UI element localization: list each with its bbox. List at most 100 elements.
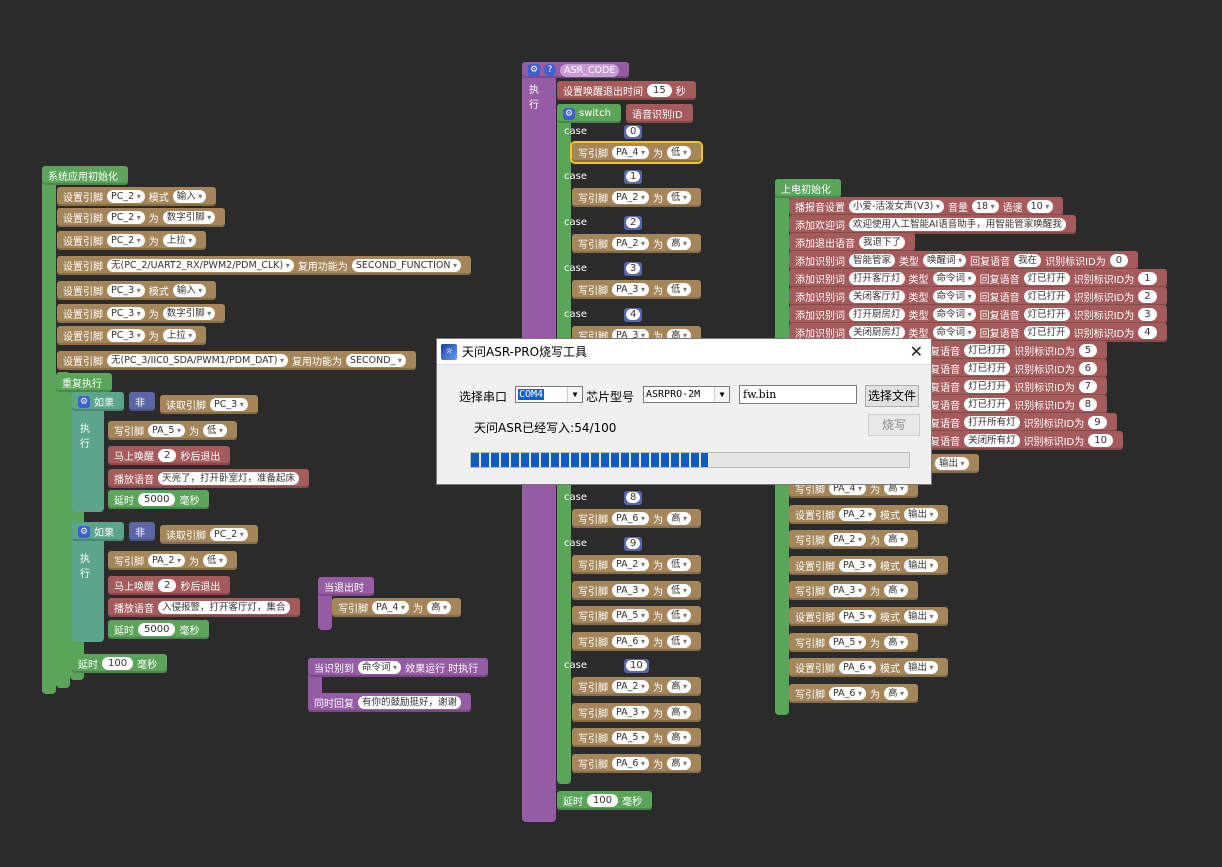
case-0-write-pin-0[interactable]: 写引脚 PA_4为低 — [569, 141, 704, 164]
help-icon[interactable]: ? — [544, 64, 556, 76]
block-field[interactable]: 灯已打开 — [1023, 272, 1070, 285]
block-field[interactable]: 18 — [971, 200, 999, 213]
block-field[interactable]: PA_6 — [612, 634, 649, 648]
wake-block-if1[interactable]: 马上唤醒 2 秒后退出 — [108, 446, 231, 465]
on-exit-header[interactable]: 当退出时 — [318, 577, 374, 596]
number-field[interactable]: 5 — [1078, 344, 1098, 357]
block-field[interactable]: PA_3 — [829, 584, 866, 598]
block-field[interactable]: PA_3 — [612, 283, 649, 296]
block-field[interactable]: 灯已打开 — [964, 344, 1011, 357]
block-field[interactable]: 命令词 — [932, 290, 976, 303]
gear-icon[interactable]: ⚙ — [78, 525, 90, 538]
case-3-write-pin-0[interactable]: 写引脚 PA_3为低 — [572, 280, 702, 299]
case-10-write-pin-1[interactable]: 写引脚 PA_3为高 — [572, 702, 702, 722]
block-field[interactable]: 输出 — [903, 558, 938, 572]
asr-code-header[interactable]: ⚙ ? ASR_CODE — [522, 62, 630, 78]
block-field[interactable]: 输出 — [903, 661, 938, 675]
switch-on-asr-id[interactable]: 语音识别ID — [626, 104, 693, 123]
block-field[interactable]: 高 — [883, 533, 909, 547]
block-field[interactable]: PA_2 — [839, 507, 876, 521]
block-field[interactable]: 高 — [666, 756, 692, 770]
read-pin-block-2[interactable]: 读取引脚 PC_2 — [160, 525, 258, 544]
number-field[interactable]: 100 — [587, 794, 619, 807]
case-10-write-pin-0[interactable]: 写引脚 PA_2为高 — [572, 677, 702, 696]
block-field[interactable]: 有你的鼓励挺好，谢谢 — [358, 696, 462, 709]
block-field[interactable]: 输出 — [935, 457, 969, 470]
sys-init-row-4[interactable]: 设置引脚 PC_3模式输入 — [57, 281, 217, 300]
block-field[interactable]: 数字引脚 — [162, 211, 216, 224]
number-field[interactable]: 100 — [102, 657, 134, 670]
block-field[interactable]: 低 — [666, 634, 692, 648]
block-field[interactable]: PA_2 — [612, 237, 649, 250]
if-block-2[interactable]: ⚙ 如果 — [72, 522, 124, 541]
set-wake-time-block[interactable]: 设置唤醒退出时间 15 秒 — [557, 81, 696, 100]
block-field[interactable]: PA_5 — [829, 635, 866, 649]
block-field[interactable]: PC_3 — [210, 398, 248, 411]
exit-voice-block[interactable]: 添加退出语音 我退下了 — [789, 233, 916, 252]
case-number-10[interactable]: 10 — [624, 659, 649, 673]
block-field[interactable]: 输出 — [903, 610, 938, 623]
delay-block-if1[interactable]: 延时 5000 毫秒 — [108, 490, 210, 509]
block-field[interactable]: 打开厨房灯 — [849, 308, 905, 321]
close-icon[interactable]: ✕ — [910, 342, 923, 361]
number-field[interactable]: 4 — [626, 309, 641, 320]
wake-block-if2[interactable]: 马上唤醒 2 秒后退出 — [108, 576, 231, 595]
not-block-2[interactable]: 非 — [129, 522, 155, 541]
block-field[interactable]: 天亮了，打开卧室灯，准备起床 — [158, 472, 300, 485]
repeat-block[interactable]: 重复执行 — [56, 373, 112, 392]
block-field[interactable]: 高 — [883, 686, 909, 700]
number-field[interactable]: 3 — [626, 263, 641, 274]
sys-init-row-7[interactable]: 设置引脚无(PC_3/IIC0_SDA/PWM1/PDM_DAT)复用功能为SE… — [57, 351, 416, 370]
power-init-pin-1[interactable]: 设置引脚 PA_2模式输出 — [789, 504, 948, 524]
recognize-word-block-3[interactable]: 添加识别词打开厨房灯类型命令词回复语音灯已打开识别标识ID为3 — [789, 305, 1167, 324]
not-block-1[interactable]: 非 — [129, 392, 155, 411]
reply-block[interactable]: 同时回复 有你的鼓励挺好，谢谢 — [308, 693, 472, 712]
block-field[interactable]: 高 — [666, 512, 692, 525]
block-field[interactable]: 输入 — [172, 284, 207, 297]
tail-output-block[interactable]: 输出 — [929, 454, 979, 473]
block-field[interactable]: 无(PC_3/IIC0_SDA/PWM1/PDM_DAT) — [107, 354, 289, 367]
case-number-1[interactable]: 1 — [624, 170, 643, 184]
block-field[interactable]: 低 — [666, 191, 692, 204]
number-field[interactable]: 2 — [158, 449, 177, 462]
sys-init-row-5[interactable]: 设置引脚 PC_3为数字引脚 — [57, 304, 226, 323]
sys-init-header[interactable]: 系统应用初始化 — [42, 166, 128, 185]
block-field[interactable]: 高 — [666, 705, 692, 719]
case-9-write-pin-0[interactable]: 写引脚 PA_2为低 — [572, 555, 702, 574]
case-10-write-pin-3[interactable]: 写引脚 PA_6为高 — [572, 753, 702, 773]
recognize-word-block-2[interactable]: 添加识别词关闭客厅灯类型命令词回复语音灯已打开识别标识ID为2 — [789, 287, 1167, 306]
read-pin-block-1[interactable]: 读取引脚 PC_3 — [160, 395, 258, 414]
block-field[interactable]: 小爱-活泼女声(V3) — [849, 200, 944, 213]
chip-select[interactable]: ASRPRO-2M ▼ — [643, 386, 730, 403]
block-field[interactable]: PA_6 — [829, 686, 866, 700]
block-field[interactable]: 命令词 — [932, 272, 976, 285]
sys-init-row-6[interactable]: 设置引脚 PC_3为上拉 — [57, 326, 207, 345]
block-field[interactable]: 上拉 — [162, 329, 197, 342]
sys-init-row-1[interactable]: 设置引脚 PC_2为数字引脚 — [57, 208, 226, 227]
block-field[interactable]: 低 — [666, 146, 692, 159]
block-field[interactable]: 高 — [666, 731, 692, 744]
block-field[interactable]: 关闭所有灯 — [964, 434, 1020, 447]
number-field[interactable]: 5000 — [138, 493, 176, 506]
block-field[interactable]: PA_2 — [612, 558, 649, 571]
block-field[interactable]: ASR_CODE — [560, 63, 620, 77]
sys-init-row-3[interactable]: 设置引脚无(PC_2/UART2_RX/PWM2/PDM_CLK)复用功能为SE… — [57, 256, 472, 275]
block-field[interactable]: 高 — [883, 584, 909, 598]
block-field[interactable]: PA_6 — [612, 756, 649, 770]
block-field[interactable]: 命令词 — [932, 326, 976, 339]
on-recognize-header[interactable]: 当识别到命令词效果运行 时执行 — [308, 658, 489, 677]
block-field[interactable]: SECOND_FUNCTION — [351, 259, 462, 272]
asr-delay-block[interactable]: 延时 100 毫秒 — [557, 791, 653, 810]
gear-icon[interactable]: ⚙ — [563, 107, 575, 120]
block-field[interactable]: 上拉 — [162, 234, 197, 247]
number-field[interactable]: 0 — [1109, 254, 1129, 267]
if-block-1[interactable]: ⚙ 如果 — [72, 392, 124, 411]
block-field[interactable]: 10 — [1026, 200, 1054, 213]
number-field[interactable]: 5000 — [138, 623, 176, 636]
play-block-if2[interactable]: 播放语音 入侵报警，打开客厅灯，集合 — [108, 598, 300, 617]
block-field[interactable]: 低 — [202, 554, 228, 567]
number-field[interactable]: 3 — [1138, 308, 1157, 321]
number-field[interactable]: 4 — [1138, 326, 1157, 339]
chevron-down-icon[interactable]: ▼ — [714, 387, 729, 402]
block-field[interactable]: 高 — [666, 237, 692, 250]
